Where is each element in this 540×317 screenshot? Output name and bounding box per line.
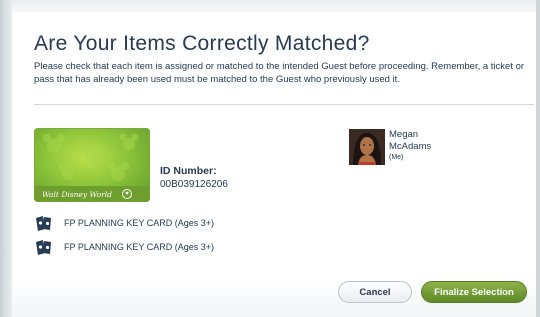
- dialog-instructions: Please check that each item is assigned …: [34, 61, 525, 85]
- avatar-portrait-icon: [349, 129, 385, 165]
- heart-icon: ♥: [122, 189, 132, 199]
- fastpass-card-icon: [36, 240, 51, 255]
- card-brand-logo: Walt Disney World: [42, 190, 112, 199]
- guest-avatar: [349, 129, 385, 165]
- guest-relation: (Me): [389, 154, 404, 161]
- guest-first-name: Megan: [389, 129, 419, 140]
- cancel-button[interactable]: Cancel: [338, 281, 412, 303]
- id-number-value: 00B039126206: [160, 179, 228, 190]
- overlay-shadow-top: [12, 0, 536, 12]
- fastpass-item-label: FP PLANNING KEY CARD (Ages 3+): [64, 242, 214, 252]
- list-item: FP PLANNING KEY CARD (Ages 3+): [34, 238, 294, 256]
- fastpass-card-icon: [36, 216, 51, 231]
- match-items-dialog: Are Your Items Correctly Matched? Please…: [12, 12, 536, 317]
- overlay-shadow-left: [0, 0, 12, 317]
- id-number-label: ID Number:: [160, 165, 217, 177]
- list-item: FP PLANNING KEY CARD (Ages 3+): [34, 214, 294, 232]
- ticket-card-image: Walt Disney World ♥: [34, 128, 150, 202]
- guest-last-name: McAdams: [389, 141, 432, 152]
- fastpass-item-label: FP PLANNING KEY CARD (Ages 3+): [64, 218, 214, 228]
- scrollbar-track[interactable]: [536, 0, 540, 317]
- divider: [34, 104, 534, 105]
- finalize-selection-button[interactable]: Finalize Selection: [421, 281, 527, 303]
- dialog-title: Are Your Items Correctly Matched?: [34, 32, 370, 55]
